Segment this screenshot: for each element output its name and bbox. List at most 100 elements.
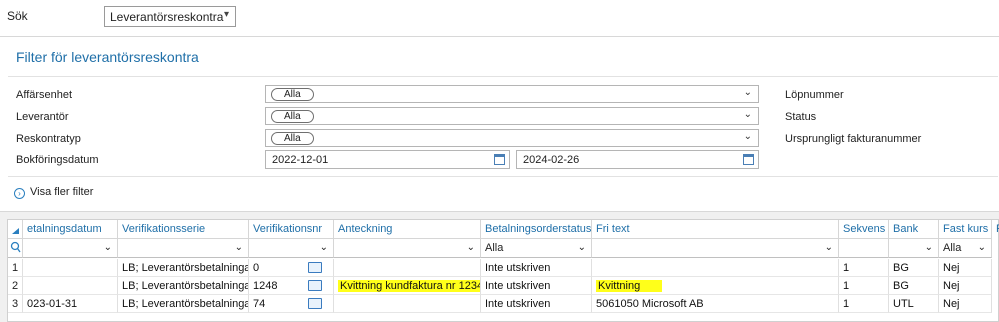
calendar-icon[interactable] — [494, 154, 505, 165]
filter-panel: Filter för leverantörsreskontra Affärsen… — [0, 36, 999, 212]
cell-fri-text[interactable] — [592, 259, 839, 277]
value-pill[interactable]: Alla — [271, 110, 314, 123]
col-verifikationsnr[interactable]: Verifikationsnr — [249, 220, 334, 238]
filter-label-leverantor: Leverantör — [16, 111, 69, 123]
filter-label-reskontratyp: Reskontratyp — [16, 133, 81, 145]
table-row[interactable]: 1 LB; Leverantörsbetalningar 0 Inte utsk… — [8, 259, 999, 277]
filter-verifikationsserie[interactable]: ⌄ — [118, 238, 249, 258]
table-row[interactable]: 2 LB; Leverantörsbetalningar 1248 Kvittn… — [8, 277, 999, 295]
cell-sekvens[interactable]: 1 — [839, 295, 889, 313]
chevron-down-icon[interactable]: ⌄ — [235, 242, 243, 253]
folder-icon[interactable] — [308, 262, 322, 273]
cell-sekvens[interactable]: 1 — [839, 259, 889, 277]
col-fast-kurs[interactable]: Fast kurs — [939, 220, 992, 238]
cell-fri-text[interactable]: Kvittning — [592, 277, 839, 295]
cell-serie[interactable]: LB; Leverantörsbetalningar — [118, 259, 249, 277]
cell-fast-kurs[interactable]: Nej — [939, 259, 992, 277]
chevron-down-icon[interactable]: ⌄ — [744, 109, 752, 120]
chevron-down-icon[interactable]: ⌄ — [925, 242, 933, 253]
row-number: 1 — [8, 259, 23, 277]
folder-icon[interactable] — [308, 298, 322, 309]
col-betalningsorderstatus[interactable]: Betalningsorderstatus — [481, 220, 592, 238]
col-f[interactable]: F — [992, 220, 999, 238]
cell-datum[interactable]: 023-01-31 — [23, 295, 118, 313]
cell-status[interactable]: Inte utskriven — [481, 295, 592, 313]
cell-anteckning[interactable]: Kvittning kundfaktura nr 1234 — [334, 277, 481, 295]
highlighted-text: Kvittning — [596, 280, 663, 292]
cell-nr-value: 1248 — [253, 280, 278, 292]
value-pill[interactable]: Alla — [271, 132, 314, 145]
cell-anteckning[interactable] — [334, 259, 481, 277]
col-bank[interactable]: Bank — [889, 220, 939, 238]
more-filters-link[interactable]: › Visa fler filter — [14, 186, 93, 199]
filter-label-lopnummer: Löpnummer — [785, 89, 844, 101]
leverantor-combo[interactable]: Alla ⌄ — [265, 107, 759, 125]
cell-serie[interactable]: LB; Leverantörsbetalningar — [118, 277, 249, 295]
search-type-select[interactable]: Leverantörsreskontra ▾ — [104, 6, 236, 27]
filter-title: Filter för leverantörsreskontra — [16, 49, 199, 65]
grid-corner — [8, 220, 23, 238]
filter-fast-kurs[interactable]: Alla ⌄ — [939, 238, 992, 258]
row-number: 3 — [8, 295, 23, 313]
affarsenhet-combo[interactable]: Alla ⌄ — [265, 85, 759, 103]
chevron-right-icon: › — [14, 188, 25, 199]
cell-fast-kurs[interactable]: Nej — [939, 277, 992, 295]
filter-verifikationsnr[interactable]: ⌄ — [249, 238, 334, 258]
filter-label-bokforingsdatum: Bokföringsdatum — [16, 154, 99, 166]
search-icon[interactable] — [8, 238, 23, 258]
cell-bank[interactable]: UTL — [889, 295, 939, 313]
col-betalningsdatum[interactable]: etalningsdatum — [23, 220, 118, 238]
chevron-down-icon[interactable]: ⌄ — [825, 242, 833, 253]
cell-datum[interactable] — [23, 277, 118, 295]
calendar-icon[interactable] — [743, 154, 754, 165]
filter-anteckning[interactable]: ⌄ — [334, 238, 481, 258]
folder-icon[interactable] — [308, 280, 322, 291]
chevron-down-icon[interactable]: ⌄ — [578, 242, 586, 253]
filter-fast-kurs-value: Alla — [943, 242, 962, 254]
sort-indicator-icon — [12, 228, 19, 234]
value-pill[interactable]: Alla — [271, 88, 314, 101]
filter-bank[interactable]: ⌄ — [889, 238, 939, 258]
cell-anteckning[interactable] — [334, 295, 481, 313]
top-bar: Sök Leverantörsreskontra ▾ — [0, 0, 999, 36]
cell-nr[interactable]: 74 — [249, 295, 334, 313]
cell-datum[interactable] — [23, 259, 118, 277]
cell-status[interactable]: Inte utskriven — [481, 277, 592, 295]
cell-nr[interactable]: 0 — [249, 259, 334, 277]
cell-bank[interactable]: BG — [889, 277, 939, 295]
filter-fri-text[interactable]: ⌄ — [592, 238, 839, 258]
cell-fast-kurs[interactable]: Nej — [939, 295, 992, 313]
cell-nr-value: 74 — [253, 298, 266, 310]
cell-status[interactable]: Inte utskriven — [481, 259, 592, 277]
col-verifikationsserie[interactable]: Verifikationsserie — [118, 220, 249, 238]
chevron-down-icon[interactable]: ⌄ — [104, 242, 112, 253]
divider — [8, 176, 998, 177]
reskontratyp-combo[interactable]: Alla ⌄ — [265, 129, 759, 147]
date-to-field[interactable]: 2024-02-26 — [516, 150, 759, 169]
table-row[interactable]: 3 023-01-31 LB; Leverantörsbetalningar 7… — [8, 295, 999, 313]
chevron-down-icon[interactable]: ⌄ — [978, 242, 986, 253]
col-fri-text[interactable]: Fri text — [592, 220, 839, 238]
cell-serie[interactable]: LB; Leverantörsbetalningar — [118, 295, 249, 313]
col-anteckning[interactable]: Anteckning — [334, 220, 481, 238]
highlighted-text: Kvittning kundfaktura nr 1234 — [338, 280, 480, 292]
cell-bank[interactable]: BG — [889, 259, 939, 277]
grid-area: etalningsdatum Verifikationsserie Verifi… — [0, 212, 999, 322]
col-sekvens[interactable]: Sekvens — [839, 220, 889, 238]
chevron-down-icon[interactable]: ⌄ — [320, 242, 328, 253]
date-to-value: 2024-02-26 — [523, 154, 580, 166]
cell-sekvens[interactable]: 1 — [839, 277, 889, 295]
more-filters-label: Visa fler filter — [30, 186, 94, 198]
date-from-value: 2022-12-01 — [272, 154, 329, 166]
cell-nr[interactable]: 1248 — [249, 277, 334, 295]
chevron-down-icon[interactable]: ⌄ — [744, 87, 752, 98]
chevron-down-icon[interactable]: ⌄ — [467, 242, 475, 253]
filter-betalningsdatum[interactable]: ⌄ — [23, 238, 118, 258]
filter-label-affarsenhet: Affärsenhet — [16, 89, 73, 101]
filter-status[interactable]: Alla ⌄ — [481, 238, 592, 258]
results-grid: etalningsdatum Verifikationsserie Verifi… — [7, 219, 999, 322]
chevron-down-icon[interactable]: ⌄ — [744, 131, 752, 142]
date-from-field[interactable]: 2022-12-01 — [265, 150, 510, 169]
cell-fri-text[interactable]: 5061050 Microsoft AB — [592, 295, 839, 313]
filter-sekvens[interactable] — [839, 238, 889, 258]
